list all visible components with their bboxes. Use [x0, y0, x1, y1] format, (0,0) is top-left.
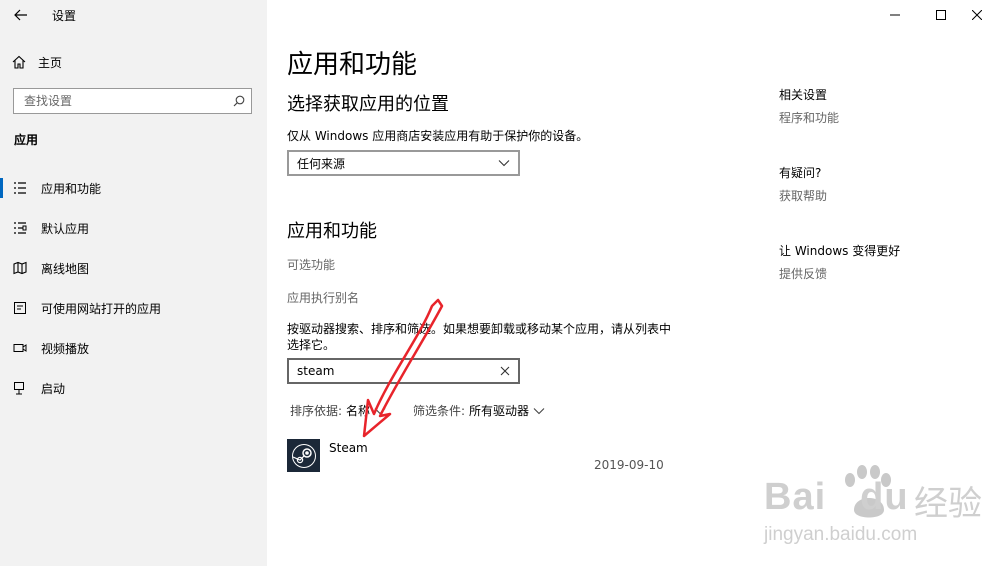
sidebar-item-label: 应用和功能: [41, 181, 102, 196]
get-help-link[interactable]: 获取帮助: [779, 187, 827, 204]
baidu-watermark: Bai du 经验 jingyan.baidu.com: [762, 458, 992, 558]
related-settings-heading: 相关设置: [779, 88, 828, 102]
clear-icon[interactable]: [500, 366, 510, 376]
nav-list: 应用和功能 默认应用 离线地图 可使用网站打开的应用 视频播放 启动: [0, 168, 267, 408]
nav-home-label: 主页: [38, 55, 63, 70]
apps-features-icon: [13, 181, 27, 195]
window-title: 设置: [52, 9, 77, 23]
programs-features-link[interactable]: 程序和功能: [779, 109, 839, 126]
app-name: Steam: [329, 441, 368, 455]
app-aliases-link[interactable]: 应用执行别名: [287, 289, 359, 306]
sidebar-item-apps-features[interactable]: 应用和功能: [0, 168, 267, 208]
maximize-icon: [936, 10, 946, 20]
sort-label: 排序依据:: [290, 404, 343, 418]
filter-dropdown[interactable]: 筛选条件: 所有驱动器: [413, 402, 545, 419]
search-instructions: 按驱动器搜索、排序和筛选。如果想要卸载或移动某个应用，请从列表中 选择它。: [287, 321, 687, 353]
sidebar-item-label: 可使用网站打开的应用: [41, 301, 162, 316]
location-description: 仅从 Windows 应用商店安装应用有助于保护你的设备。: [287, 129, 589, 143]
settings-search-input[interactable]: [24, 94, 233, 108]
sidebar-item-label: 默认应用: [41, 221, 90, 236]
app-source-value: 任何来源: [297, 156, 346, 171]
nav-home[interactable]: 主页: [12, 52, 62, 72]
search-icon[interactable]: [233, 95, 245, 107]
optional-features-link[interactable]: 可选功能: [287, 256, 335, 273]
watermark-brand-part2: du: [860, 476, 909, 518]
app-source-dropdown[interactable]: 任何来源: [287, 150, 520, 176]
filter-value: 所有驱动器: [469, 404, 530, 418]
page-title: 应用和功能: [287, 50, 418, 80]
back-arrow-icon: [14, 9, 27, 21]
location-heading: 选择获取应用的位置: [287, 94, 449, 115]
improve-windows-heading: 让 Windows 变得更好: [779, 244, 901, 258]
sidebar-item-video-playback[interactable]: 视频播放: [0, 328, 267, 368]
home-icon: [12, 55, 26, 69]
sort-value: 名称: [346, 404, 371, 418]
chevron-down-icon: [498, 160, 510, 167]
minimize-button[interactable]: [872, 0, 918, 30]
app-list-item[interactable]: Steam 2019-09-10: [287, 439, 667, 475]
watermark-brand: Bai du: [764, 476, 909, 519]
sidebar-item-label: 视频播放: [41, 341, 90, 356]
video-playback-icon: [13, 341, 27, 355]
chevron-down-icon: [374, 407, 386, 414]
question-heading: 有疑问?: [779, 166, 822, 180]
watermark-brand-part1: Bai: [764, 476, 827, 518]
apps-for-websites-icon: [13, 301, 27, 315]
sidebar-item-label: 启动: [41, 381, 66, 396]
close-icon: [972, 10, 982, 20]
steam-icon: [287, 439, 320, 472]
app-search-input[interactable]: [297, 364, 487, 378]
sidebar-item-offline-maps[interactable]: 离线地图: [0, 248, 267, 288]
sort-dropdown[interactable]: 排序依据: 名称: [290, 402, 386, 419]
startup-icon: [13, 381, 27, 395]
sidebar-item-default-apps[interactable]: 默认应用: [0, 208, 267, 248]
sidebar-item-apps-for-websites[interactable]: 可使用网站打开的应用: [0, 288, 267, 328]
minimize-icon: [890, 14, 900, 16]
filter-label: 筛选条件:: [413, 404, 466, 418]
default-apps-icon: [13, 221, 27, 235]
chevron-down-icon: [533, 407, 545, 414]
offline-maps-icon: [13, 261, 27, 275]
sidebar-item-label: 离线地图: [41, 261, 90, 276]
navigation-pane: 设置 主页 应用 应用和功能 默认应用 离线地图: [0, 0, 267, 566]
search-instructions-line2: 选择它。: [287, 338, 336, 352]
app-search-box[interactable]: [287, 358, 520, 384]
feedback-link[interactable]: 提供反馈: [779, 265, 827, 282]
apps-features-heading: 应用和功能: [287, 221, 377, 242]
close-button[interactable]: [954, 0, 1000, 30]
nav-section-heading: 应用: [14, 133, 39, 147]
sidebar-item-startup[interactable]: 启动: [0, 368, 267, 408]
search-instructions-line1: 按驱动器搜索、排序和筛选。如果想要卸载或移动某个应用，请从列表中: [287, 322, 672, 336]
settings-search-box[interactable]: [13, 88, 252, 114]
back-button[interactable]: [8, 4, 34, 26]
app-install-date: 2019-09-10: [594, 458, 664, 472]
watermark-cn: 经验: [914, 484, 982, 524]
watermark-url: jingyan.baidu.com: [764, 524, 918, 545]
